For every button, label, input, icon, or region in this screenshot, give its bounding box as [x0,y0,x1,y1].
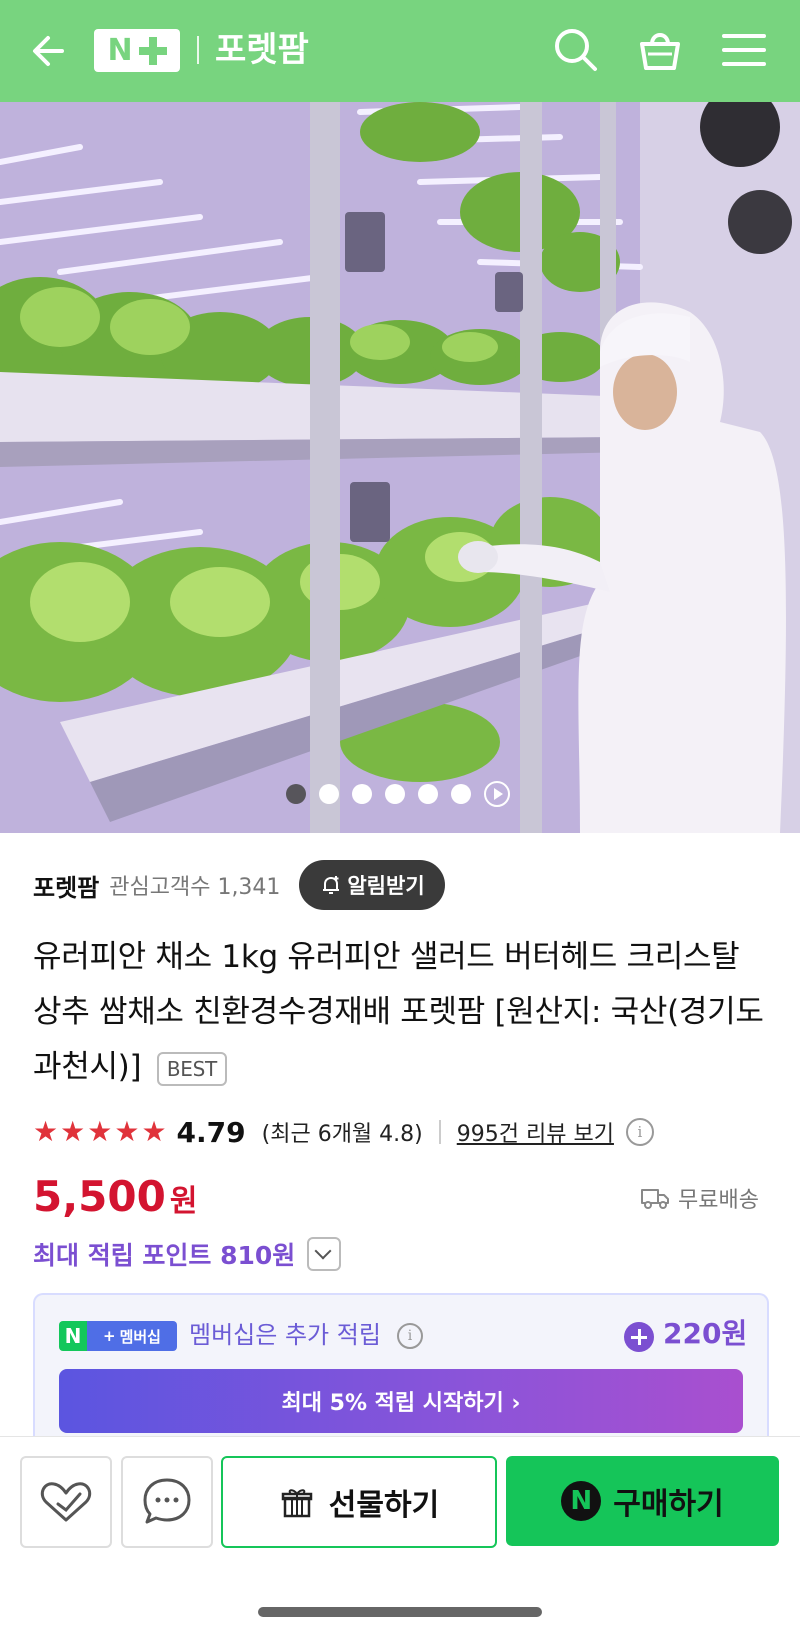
heart-check-icon [40,1482,92,1522]
truck-icon [641,1189,669,1209]
rating-score: 4.79 [176,1115,246,1149]
shopping-bag-icon[interactable] [634,24,686,76]
price-unit: 원 [169,1184,198,1219]
gift-icon [281,1489,313,1518]
badge-n: N [59,1321,87,1351]
product-title: 유러피안 채소 1kg 유러피안 샐러드 버터헤드 크리스탈 상추 쌈채소 친환… [33,930,773,1095]
membership-text: 멤버십은 추가 적립 [189,1321,381,1349]
gift-button[interactable]: 선물하기 [221,1456,497,1548]
naver-plus-membership-badge: N + 멤버십 [59,1321,177,1351]
alarm-button[interactable]: 알림받기 [299,860,445,910]
wishlist-button[interactable] [20,1456,112,1548]
info-icon[interactable]: i [625,1118,654,1146]
carousel-dot[interactable] [451,784,471,804]
play-icon[interactable] [484,781,510,807]
review-link[interactable]: 995건 리뷰 보기 [457,1116,614,1148]
logo-plus-icon [138,36,167,65]
gift-label: 선물하기 [328,1488,440,1523]
header-store-name[interactable]: 포렛팜 [215,26,309,74]
carousel-dot[interactable] [286,784,306,804]
alarm-label: 알림받기 [347,874,425,898]
star-icon: ★ [33,1115,59,1148]
buy-label: 구매하기 [613,1487,724,1522]
store-info-row: 포렛팜 관심고객수 1,341 [33,860,280,910]
badge-membership: + 멤버십 [87,1321,177,1351]
carousel-dot[interactable] [418,784,438,804]
badge-plus: + [103,1327,116,1345]
plus-circle-icon [624,1322,654,1352]
carousel-dot[interactable] [319,784,339,804]
product-title-text: 유러피안 채소 1kg 유러피안 샐러드 버터헤드 크리스탈 상추 쌈채소 친환… [33,939,764,1085]
max-points: 최대 적립 포인트 810원 [33,1241,296,1270]
carousel-indicator [286,781,510,807]
interest-count: 관심고객수 1,341 [109,875,281,900]
header-divider [197,36,199,64]
recent-rating: (최근 6개월 4.8) [261,1122,423,1147]
chevron-down-icon[interactable] [307,1237,342,1271]
home-indicator [258,1607,542,1617]
chat-bubble-icon [143,1478,191,1524]
bell-plus-icon [323,876,340,894]
rating-row: ★ ★ ★ ★ ★ 4.79 (최근 6개월 4.8) 995건 리뷰 보기 i [33,1112,654,1152]
vertical-farm-illustration [0,102,800,833]
price-amount: 5,500 [33,1172,166,1221]
points-row: 최대 적립 포인트 810원 [33,1236,342,1272]
shipping-info: 무료배송 [640,1182,759,1214]
top-header: N 포렛팜 [0,0,800,102]
carousel-dot[interactable] [352,784,372,804]
back-arrow-icon[interactable] [26,26,76,76]
naver-pay-icon: N [561,1481,602,1521]
best-badge: BEST [156,1051,227,1086]
price: 5,500 원 [33,1172,197,1221]
star-icon: ★ [87,1115,113,1148]
rating-divider [438,1120,441,1144]
bottom-action-bar: 선물하기 N 구매하기 [0,1436,800,1636]
buy-button[interactable]: N 구매하기 [506,1456,779,1546]
chat-button[interactable] [121,1456,213,1548]
star-icon: ★ [141,1115,167,1148]
star-icon: ★ [60,1115,86,1148]
carousel-dot[interactable] [385,784,405,804]
membership-start-button[interactable]: 최대 5% 적립 시작하기 › [59,1369,743,1433]
search-icon[interactable] [550,24,602,76]
membership-info-icon[interactable]: i [397,1323,423,1349]
star-icon: ★ [114,1115,140,1148]
menu-icon[interactable] [718,24,770,76]
shipping-label: 무료배송 [678,1188,759,1213]
product-image[interactable] [0,102,800,833]
logo-n: N [107,33,133,68]
membership-box: N + 멤버십 멤버십은 추가 적립 i 220원 최대 5% 적립 시작하기 … [33,1293,769,1445]
membership-amount: 220원 [663,1317,748,1350]
star-rating: ★ ★ ★ ★ ★ [33,1118,167,1146]
badge-text: 멤버십 [119,1327,161,1346]
store-name[interactable]: 포렛팜 [33,868,99,903]
naver-plus-logo[interactable]: N [94,29,180,72]
